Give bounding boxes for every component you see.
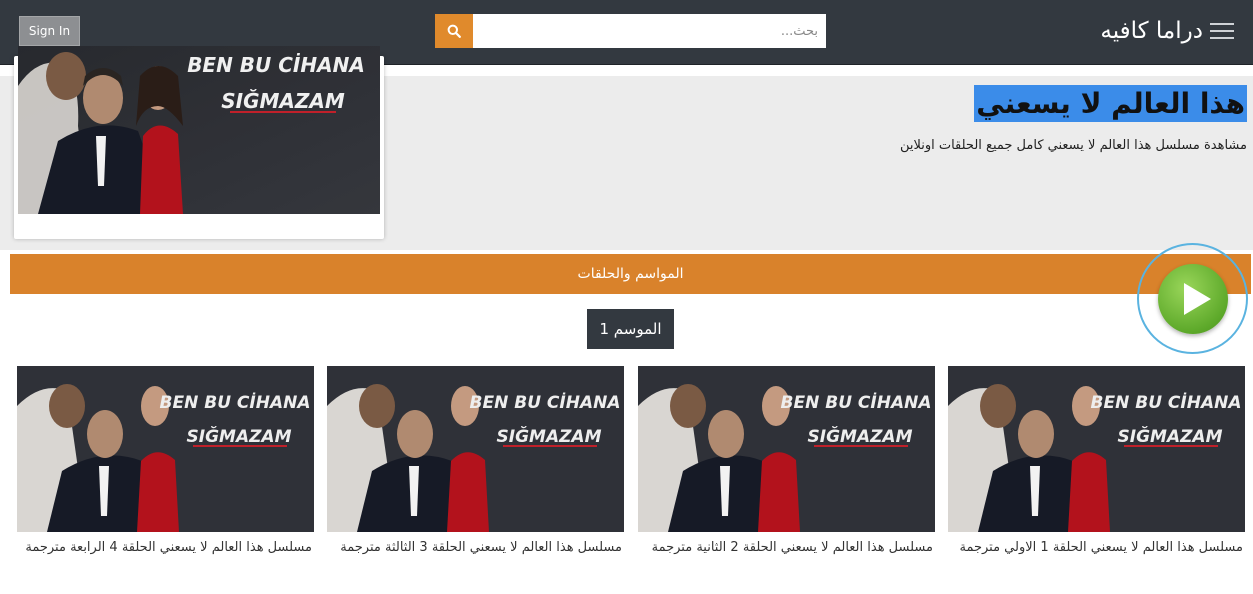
poster-title-line1: BEN BU CİHANA <box>187 53 365 77</box>
svg-text:BEN BU CİHANA: BEN BU CİHANA <box>1091 391 1242 413</box>
episode-thumbnail[interactable]: BEN BU CİHANA SIĞMAZAM <box>327 366 624 532</box>
episode-card-4[interactable]: BEN BU CİHANA SIĞMAZAM مسلسل هذا العالم … <box>17 366 314 557</box>
site-logo[interactable]: دراما كافيه <box>1100 14 1203 48</box>
svg-text:BEN BU CİHANA: BEN BU CİHANA <box>470 391 621 413</box>
series-poster[interactable]: BEN BU CİHANA SIĞMAZAM <box>14 46 384 239</box>
play-button[interactable] <box>1137 243 1248 354</box>
svg-text:BEN BU CİHANA: BEN BU CİHANA <box>781 391 932 413</box>
episode-title[interactable]: مسلسل هذا العالم لا يسعني الحلقة 3 الثال… <box>327 539 624 557</box>
menu-icon[interactable] <box>1210 23 1234 39</box>
search-input[interactable] <box>473 14 826 48</box>
svg-text:SIĞMAZAM: SIĞMAZAM <box>497 425 602 447</box>
season-tab-1[interactable]: الموسم 1 <box>587 309 674 349</box>
episode-title[interactable]: مسلسل هذا العالم لا يسعني الحلقة 4 الراب… <box>17 539 314 557</box>
seasons-section-header: المواسم والحلقات <box>10 254 1251 294</box>
svg-text:SIĞMAZAM: SIĞMAZAM <box>1118 425 1223 447</box>
series-title: هذا العالم لا يسعني <box>974 85 1247 122</box>
sign-in-button[interactable]: Sign In <box>19 16 80 46</box>
episode-card-3[interactable]: BEN BU CİHANA SIĞMAZAM مسلسل هذا العالم … <box>327 366 624 557</box>
series-description: مشاهدة مسلسل هذا العالم لا يسعني كامل جم… <box>899 138 1247 153</box>
svg-text:SIĞMAZAM: SIĞMAZAM <box>187 425 292 447</box>
play-icon <box>1184 283 1211 315</box>
search-button[interactable] <box>435 14 473 48</box>
svg-text:SIĞMAZAM: SIĞMAZAM <box>808 425 913 447</box>
episode-thumbnail[interactable]: BEN BU CİHANA SIĞMAZAM <box>948 366 1245 532</box>
episode-title[interactable]: مسلسل هذا العالم لا يسعني الحلقة 1 الاول… <box>948 539 1245 557</box>
episode-thumbnail[interactable]: BEN BU CİHANA SIĞMAZAM <box>17 366 314 532</box>
poster-title-line2: SIĞMAZAM <box>221 89 345 113</box>
episode-title[interactable]: مسلسل هذا العالم لا يسعني الحلقة 2 الثان… <box>638 539 935 557</box>
episode-card-1[interactable]: BEN BU CİHANA SIĞMAZAM مسلسل هذا العالم … <box>948 366 1245 557</box>
svg-text:BEN BU CİHANA: BEN BU CİHANA <box>160 391 311 413</box>
episode-thumbnail[interactable]: BEN BU CİHANA SIĞMAZAM <box>638 366 935 532</box>
poster-image: BEN BU CİHANA SIĞMAZAM <box>18 46 380 214</box>
search-icon <box>447 24 461 38</box>
episode-card-2[interactable]: BEN BU CİHANA SIĞMAZAM مسلسل هذا العالم … <box>638 366 935 557</box>
